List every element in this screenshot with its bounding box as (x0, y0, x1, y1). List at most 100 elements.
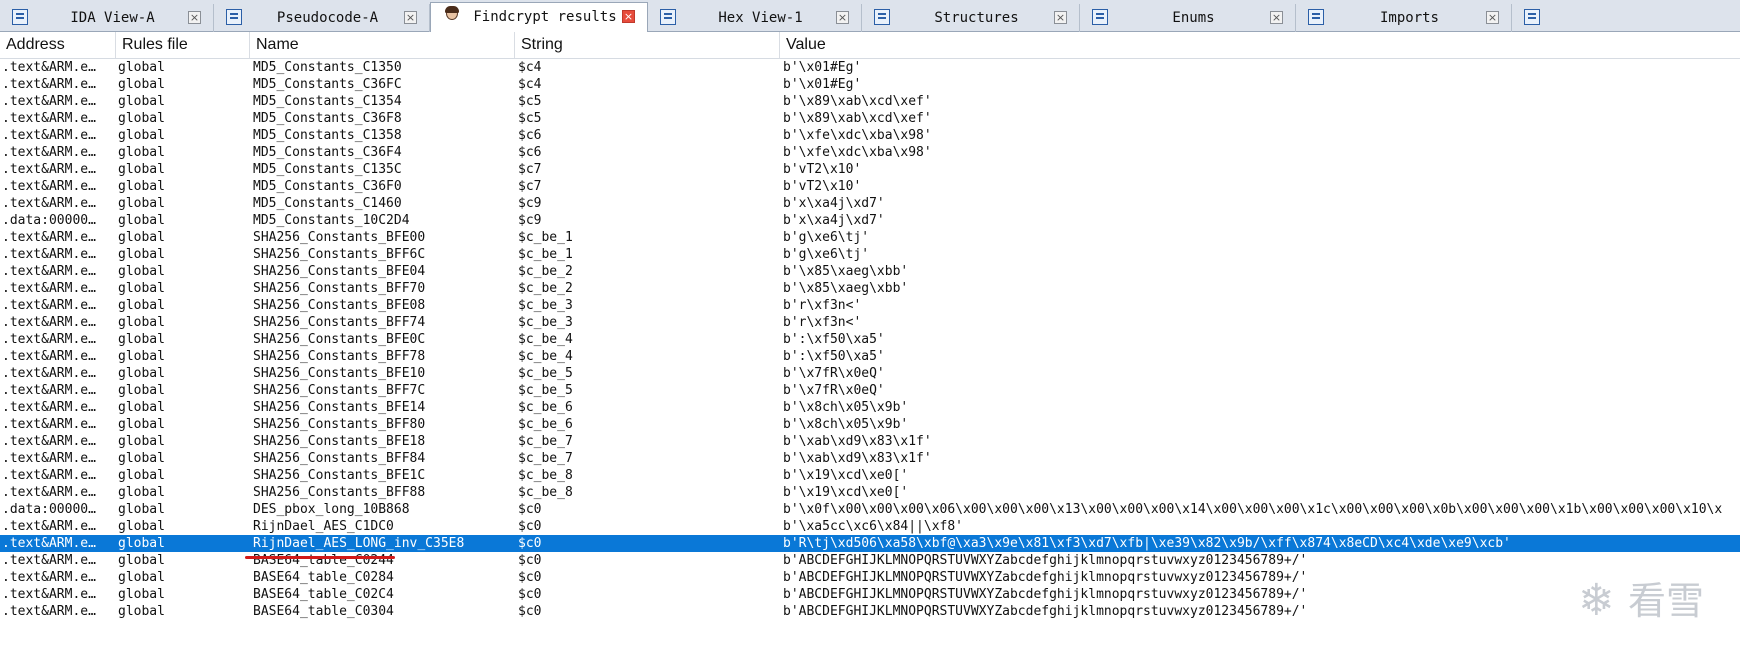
column-header-value[interactable]: Value (780, 32, 1740, 58)
cell-address: .text&ARM.e… (2, 604, 96, 619)
cell-rules-file: global (118, 128, 165, 143)
table-row[interactable]: .text&ARM.e… global BASE64_table_C0284 $c0 b… (0, 569, 1740, 586)
close-icon[interactable]: × (404, 11, 417, 24)
cell-value: b'\x19\xcd\xe0[' (783, 485, 909, 500)
cell-string: $c_be_1 (518, 247, 573, 262)
tab-findcrypt-results[interactable]: Findcrypt results × (430, 2, 648, 32)
cell-name: SHA256_Constants_BFE04 (253, 264, 426, 279)
table-row[interactable]: .text&ARM.e… global RijnDael_AES_LONG_inv_… (0, 535, 1740, 552)
cell-value: b'\x89\xab\xcd\xef' (783, 94, 932, 109)
table-row[interactable]: .text&ARM.e… global SHA256_Constants_BFE18… (0, 433, 1740, 450)
cell-string: $c6 (518, 145, 542, 160)
close-icon[interactable]: × (836, 11, 849, 24)
cell-rules-file: global (118, 179, 165, 194)
table-row[interactable]: .text&ARM.e… global SHA256_Constants_BFE04… (0, 263, 1740, 280)
table-row[interactable]: .text&ARM.e… global SHA256_Constants_BFF74… (0, 314, 1740, 331)
tab-imports[interactable]: Imports × (1296, 4, 1512, 32)
table-row[interactable]: .text&ARM.e… global SHA256_Constants_BFF6C… (0, 246, 1740, 263)
table-row[interactable]: .text&ARM.e… global SHA256_Constants_BFE08… (0, 297, 1740, 314)
table-row[interactable]: .text&ARM.e… global MD5_Constants_C1354 $c5… (0, 93, 1740, 110)
table-row[interactable]: .text&ARM.e… global BASE64_table_C0304 $c0 b… (0, 603, 1740, 620)
tab-ida-view-a[interactable]: IDA View-A × (0, 4, 214, 32)
close-icon[interactable]: × (1270, 11, 1283, 24)
table-row[interactable]: .text&ARM.e… global SHA256_Constants_BFF88… (0, 484, 1740, 501)
table-row[interactable]: .text&ARM.e… global MD5_Constants_C36FC $c4… (0, 76, 1740, 93)
cell-value: b'vT2\x10' (783, 162, 862, 177)
cell-rules-file: global (118, 366, 165, 381)
table-row[interactable]: .text&ARM.e… global SHA256_Constants_BFE00… (0, 229, 1740, 246)
pseudocode-icon (226, 9, 242, 25)
close-icon[interactable]: × (622, 10, 635, 23)
cell-string: $c_be_4 (518, 349, 573, 364)
cell-address: .text&ARM.e… (2, 281, 96, 296)
tab-overflow[interactable] (1512, 4, 1740, 32)
table-row[interactable]: .text&ARM.e… global SHA256_Constants_BFF7C… (0, 382, 1740, 399)
table-row[interactable]: .data:00000… global DES_pbox_long_10B868 $c… (0, 501, 1740, 518)
cell-rules-file: global (118, 553, 165, 568)
table-row[interactable]: .text&ARM.e… global SHA256_Constants_BFF80… (0, 416, 1740, 433)
table-row[interactable]: .text&ARM.e… global SHA256_Constants_BFE1C… (0, 467, 1740, 484)
table-row[interactable]: .text&ARM.e… global MD5_Constants_C1460 $c9… (0, 195, 1740, 212)
table-row[interactable]: .text&ARM.e… global BASE64_table_C02C4 $c0 b… (0, 586, 1740, 603)
table-row[interactable]: .text&ARM.e… global MD5_Constants_C135C $c7… (0, 161, 1740, 178)
cell-rules-file: global (118, 400, 165, 415)
table-row[interactable]: .text&ARM.e… global SHA256_Constants_BFE14… (0, 399, 1740, 416)
cell-address: .text&ARM.e… (2, 162, 96, 177)
cell-rules-file: global (118, 145, 165, 160)
cell-name: SHA256_Constants_BFF80 (253, 417, 426, 432)
cell-value: b'\x7fR\x0eQ' (783, 383, 885, 398)
cell-name: MD5_Constants_C1354 (253, 94, 402, 109)
cell-value: b'vT2\x10' (783, 179, 862, 194)
tab-pseudocode-a[interactable]: Pseudocode-A × (214, 4, 430, 32)
cell-name: RijnDael_AES_C1DC0 (253, 519, 394, 534)
table-row[interactable]: .text&ARM.e… global BASE64_table_C0244 $c0 b… (0, 552, 1740, 569)
table-row[interactable]: .text&ARM.e… global RijnDael_AES_C1DC0 $c0 b… (0, 518, 1740, 535)
table-row[interactable]: .text&ARM.e… global MD5_Constants_C1350 $c4… (0, 59, 1740, 76)
tab-enums[interactable]: Enums × (1080, 4, 1296, 32)
cell-rules-file: global (118, 468, 165, 483)
cell-string: $c0 (518, 502, 542, 517)
cell-rules-file: global (118, 247, 165, 262)
cell-value: b'\xab\xd9\x83\x1f' (783, 451, 932, 466)
cell-rules-file: global (118, 587, 165, 602)
tab-bar: IDA View-A × Pseudocode-A × Findcrypt re… (0, 0, 1740, 32)
cell-rules-file: global (118, 349, 165, 364)
cell-name: SHA256_Constants_BFF78 (253, 349, 426, 364)
cell-address: .text&ARM.e… (2, 434, 96, 449)
cell-address: .text&ARM.e… (2, 570, 96, 585)
column-header-name[interactable]: Name (250, 32, 515, 58)
table-row[interactable]: .text&ARM.e… global SHA256_Constants_BFF78… (0, 348, 1740, 365)
cell-string: $c9 (518, 196, 542, 211)
table-row[interactable]: .text&ARM.e… global SHA256_Constants_BFE10… (0, 365, 1740, 382)
cell-string: $c0 (518, 570, 542, 585)
cell-rules-file: global (118, 434, 165, 449)
table-row[interactable]: .text&ARM.e… global MD5_Constants_C36F8 $c5… (0, 110, 1740, 127)
table-row[interactable]: .text&ARM.e… global SHA256_Constants_BFF70… (0, 280, 1740, 297)
close-icon[interactable]: × (1054, 11, 1067, 24)
cell-address: .text&ARM.e… (2, 349, 96, 364)
cell-address: .text&ARM.e… (2, 485, 96, 500)
table-row[interactable]: .data:00000… global MD5_Constants_10C2D4 $c… (0, 212, 1740, 229)
column-header-string[interactable]: String (515, 32, 780, 58)
cell-string: $c_be_2 (518, 264, 573, 279)
table-row[interactable]: .text&ARM.e… global MD5_Constants_C36F4 $c6… (0, 144, 1740, 161)
cell-name: RijnDael_AES_LONG_inv_C35E8 (253, 536, 465, 551)
table-row[interactable]: .text&ARM.e… global MD5_Constants_C36F0 $c7… (0, 178, 1740, 195)
cell-address: .text&ARM.e… (2, 536, 96, 551)
cell-value: b'\x8ch\x05\x9b' (783, 400, 909, 415)
cell-address: .text&ARM.e… (2, 77, 96, 92)
column-header-address[interactable]: Address (0, 32, 116, 58)
close-icon[interactable]: × (1486, 11, 1499, 24)
watermark-text: 看雪 (1628, 579, 1705, 623)
close-icon[interactable]: × (188, 11, 201, 24)
table-row[interactable]: .text&ARM.e… global SHA256_Constants_BFE0C… (0, 331, 1740, 348)
table-row[interactable]: .text&ARM.e… global SHA256_Constants_BFF84… (0, 450, 1740, 467)
cell-address: .text&ARM.e… (2, 230, 96, 245)
cell-string: $c_be_1 (518, 230, 573, 245)
table-row[interactable]: .text&ARM.e… global MD5_Constants_C1358 $c6… (0, 127, 1740, 144)
tab-hex-view-1[interactable]: Hex View-1 × (648, 4, 862, 32)
tab-structures[interactable]: Structures × (862, 4, 1080, 32)
cell-value: b'\x01#Eg' (783, 77, 862, 92)
cell-name: SHA256_Constants_BFF7C (253, 383, 426, 398)
column-header-rules-file[interactable]: Rules file (116, 32, 250, 58)
